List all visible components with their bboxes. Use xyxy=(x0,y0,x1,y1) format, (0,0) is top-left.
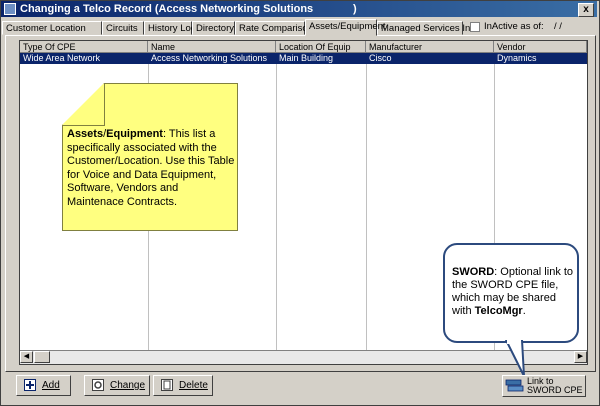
change-label: Change xyxy=(110,380,146,391)
note-bold-equipment: Equipment xyxy=(106,128,163,140)
column-divider xyxy=(276,64,277,353)
inactive-date[interactable]: / / xyxy=(554,21,562,32)
column-header-vendor[interactable]: Vendor xyxy=(494,41,587,53)
tab-managed-services-info[interactable]: Managed Services Info xyxy=(377,21,478,35)
note-bold-assets: Assets xyxy=(67,128,104,140)
change-button[interactable]: Change xyxy=(84,375,150,396)
app-icon xyxy=(4,3,16,15)
callout-end: . xyxy=(522,305,526,317)
window-title-suffix: ) xyxy=(353,3,357,15)
add-icon xyxy=(24,379,36,391)
cell-location: Main Building xyxy=(279,53,334,63)
close-button[interactable]: x xyxy=(578,3,594,17)
callout-bold-telcomgr: TelcoMgr xyxy=(474,305,523,317)
column-header-name[interactable]: Name xyxy=(148,41,276,53)
callout-text: SWORD: Optional link to the SWORD CPE fi… xyxy=(452,266,576,318)
tab-circuits[interactable]: Circuits xyxy=(102,21,144,35)
sword-cpe-link-button[interactable]: Link to SWORD CPE xyxy=(502,375,586,397)
note-fold-corner xyxy=(62,83,105,126)
scroll-right-button[interactable]: ▶ xyxy=(574,351,587,363)
table-row[interactable]: Wide Area Network Access Networking Solu… xyxy=(20,53,587,64)
tab-assets-equipment[interactable]: Assets/Equipment xyxy=(305,19,386,36)
inactive-label: InActive as of: xyxy=(484,21,544,32)
cell-manufacturer: Cisco xyxy=(369,53,392,63)
sword-button-label: Link to SWORD CPE xyxy=(527,377,583,395)
title-bar: Changing a Telco Record (Access Networki… xyxy=(1,1,597,17)
add-button[interactable]: Add xyxy=(16,375,71,396)
tab-directory[interactable]: Directory xyxy=(192,21,235,35)
callout-pointer xyxy=(504,340,525,377)
inactive-checkbox[interactable] xyxy=(470,22,480,32)
column-header-type-of-cpe[interactable]: Type Of CPE xyxy=(20,41,148,53)
tab-customer-location[interactable]: Customer Location xyxy=(2,21,102,35)
window-title: Changing a Telco Record (Access Networki… xyxy=(20,3,314,15)
column-header-location[interactable]: Location Of Equip xyxy=(276,41,366,53)
scroll-left-button[interactable]: ◀ xyxy=(20,351,33,363)
cell-name: Access Networking Solutions xyxy=(151,53,268,63)
column-divider xyxy=(366,64,367,353)
sword-callout: SWORD: Optional link to the SWORD CPE fi… xyxy=(443,243,579,343)
tab-history-log[interactable]: History Log xyxy=(144,21,196,35)
change-icon xyxy=(92,379,104,391)
callout-bold-sword: SWORD xyxy=(452,266,495,278)
sword-icon xyxy=(505,379,524,392)
add-label: Add xyxy=(42,380,60,391)
delete-button[interactable]: Delete xyxy=(153,375,213,396)
cell-type-of-cpe: Wide Area Network xyxy=(23,53,101,63)
tab-rate-comparison[interactable]: Rate Comparison xyxy=(235,21,313,35)
note-text: Assets/Equipment: This list a specifical… xyxy=(67,128,235,209)
sword-line2: SWORD CPE xyxy=(527,385,583,395)
scroll-thumb[interactable] xyxy=(34,351,50,363)
delete-label: Delete xyxy=(179,380,208,391)
column-header-manufacturer[interactable]: Manufacturer xyxy=(366,41,494,53)
cell-vendor: Dynamics xyxy=(497,53,537,63)
delete-icon xyxy=(161,379,173,391)
help-sticky-note: Assets/Equipment: This list a specifical… xyxy=(62,83,238,231)
